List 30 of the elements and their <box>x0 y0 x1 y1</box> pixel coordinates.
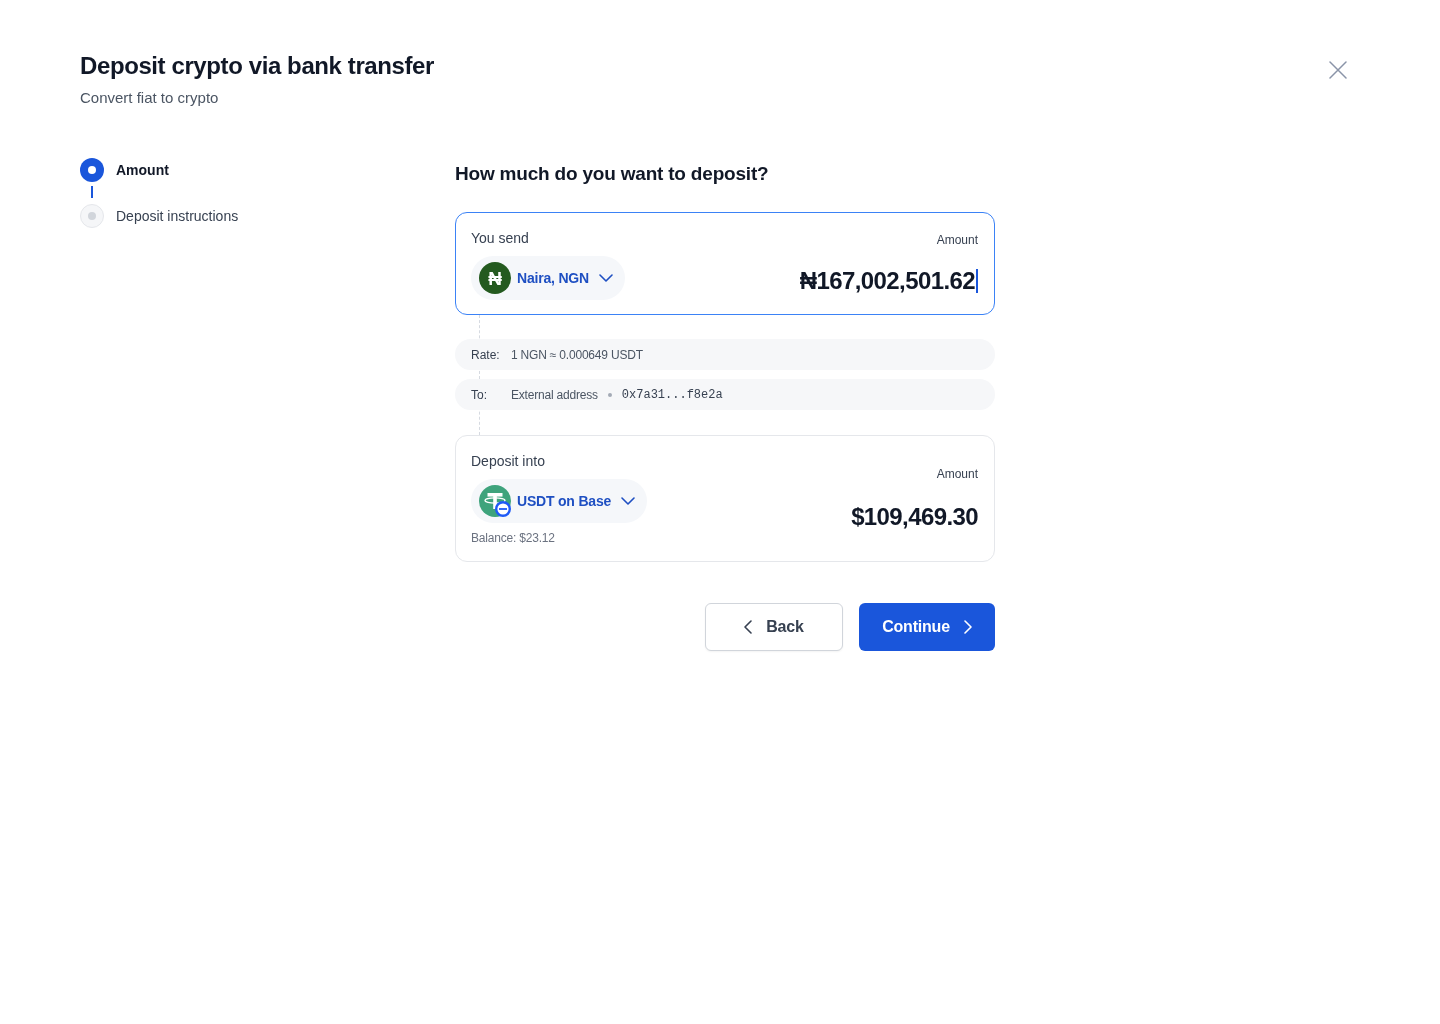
network-badge-icon <box>495 501 511 517</box>
back-button[interactable]: Back <box>705 603 843 651</box>
close-icon <box>1329 61 1347 79</box>
balance-text: Balance: $23.12 <box>471 530 555 546</box>
dialog-subtitle: Convert fiat to crypto <box>80 88 220 108</box>
separator-dot-icon <box>607 392 612 397</box>
asset-selector[interactable]: USDT on Base <box>471 479 648 523</box>
chevron-left-icon <box>744 620 753 634</box>
dialog-title: Deposit crypto via bank transfer <box>80 52 434 80</box>
detail-value: 1 NGN ≈ 0.000649 USDT <box>511 347 643 362</box>
step-label: Amount <box>116 161 169 180</box>
amount-input[interactable]: ₦167,002,501.62 <box>799 266 978 296</box>
section-heading: How much do you want to deposit? <box>455 162 770 185</box>
naira-icon: ₦ <box>479 262 511 294</box>
wallet-address: 0x7a31...f8e2a <box>621 387 723 402</box>
chevron-right-icon <box>963 620 972 634</box>
detail-label: Rate: <box>471 347 501 362</box>
chevron-down-icon <box>621 497 636 505</box>
amount-label: Amount <box>936 465 978 482</box>
step-label: Deposit instructions <box>116 207 239 226</box>
continue-button[interactable]: Continue <box>859 603 995 651</box>
detail-label: To: <box>471 387 488 402</box>
detail-value: External address <box>511 387 598 402</box>
send-label: You send <box>471 229 530 248</box>
amount-label: Amount <box>936 232 978 248</box>
close-button[interactable] <box>1329 61 1347 79</box>
receive-amount: $109,469.30 <box>851 501 978 532</box>
currency-selector[interactable]: ₦ Naira, NGN <box>471 256 625 300</box>
receive-label: Deposit into <box>471 452 545 471</box>
chevron-down-icon <box>598 274 613 282</box>
